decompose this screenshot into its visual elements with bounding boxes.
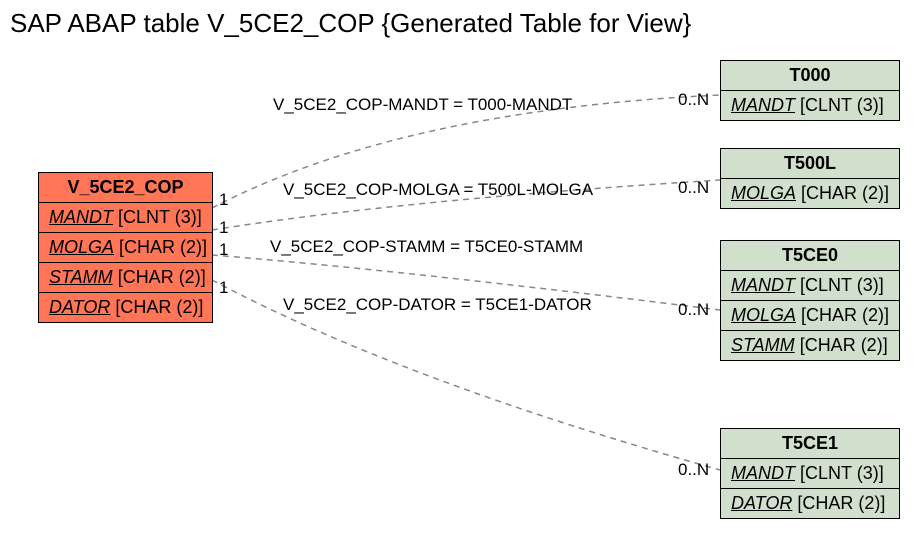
cardinality-right-0: 0..N — [678, 90, 709, 110]
cardinality-left-0: 1 — [219, 190, 228, 210]
diagram-title: SAP ABAP table V_5CE2_COP {Generated Tab… — [10, 8, 691, 39]
entity-t500l: T500L MOLGA [CHAR (2)] — [720, 148, 900, 209]
entity-t5ce1-name: T5CE1 — [721, 429, 899, 459]
entity-t000-name: T000 — [721, 61, 899, 91]
entity-t5ce1-field: MANDT [CLNT (3)] — [721, 459, 899, 489]
entity-t5ce0: T5CE0 MANDT [CLNT (3)] MOLGA [CHAR (2)] … — [720, 240, 900, 361]
entity-t000: T000 MANDT [CLNT (3)] — [720, 60, 900, 121]
relation-label-1: V_5CE2_COP-MOLGA = T500L-MOLGA — [283, 180, 593, 200]
relation-label-0: V_5CE2_COP-MANDT = T000-MANDT — [273, 95, 572, 115]
cardinality-right-2: 0..N — [678, 300, 709, 320]
entity-t500l-field: MOLGA [CHAR (2)] — [721, 179, 899, 208]
entity-source-field: MOLGA [CHAR (2)] — [39, 233, 212, 263]
entity-t5ce0-field: MANDT [CLNT (3)] — [721, 271, 899, 301]
entity-source-field: DATOR [CHAR (2)] — [39, 293, 212, 322]
cardinality-left-1: 1 — [219, 218, 228, 238]
relation-label-3: V_5CE2_COP-DATOR = T5CE1-DATOR — [283, 295, 592, 315]
entity-t5ce0-field: STAMM [CHAR (2)] — [721, 331, 899, 360]
cardinality-right-3: 0..N — [678, 460, 709, 480]
entity-t5ce1: T5CE1 MANDT [CLNT (3)] DATOR [CHAR (2)] — [720, 428, 900, 519]
entity-t500l-name: T500L — [721, 149, 899, 179]
entity-t5ce0-field: MOLGA [CHAR (2)] — [721, 301, 899, 331]
entity-t000-field: MANDT [CLNT (3)] — [721, 91, 899, 120]
cardinality-right-1: 0..N — [678, 178, 709, 198]
entity-source-name: V_5CE2_COP — [39, 173, 212, 203]
entity-source-field: STAMM [CHAR (2)] — [39, 263, 212, 293]
relation-label-2: V_5CE2_COP-STAMM = T5CE0-STAMM — [270, 237, 583, 257]
entity-t5ce0-name: T5CE0 — [721, 241, 899, 271]
cardinality-left-3: 1 — [219, 278, 228, 298]
cardinality-left-2: 1 — [219, 240, 228, 260]
entity-source-field: MANDT [CLNT (3)] — [39, 203, 212, 233]
entity-source: V_5CE2_COP MANDT [CLNT (3)] MOLGA [CHAR … — [38, 172, 213, 323]
entity-t5ce1-field: DATOR [CHAR (2)] — [721, 489, 899, 518]
